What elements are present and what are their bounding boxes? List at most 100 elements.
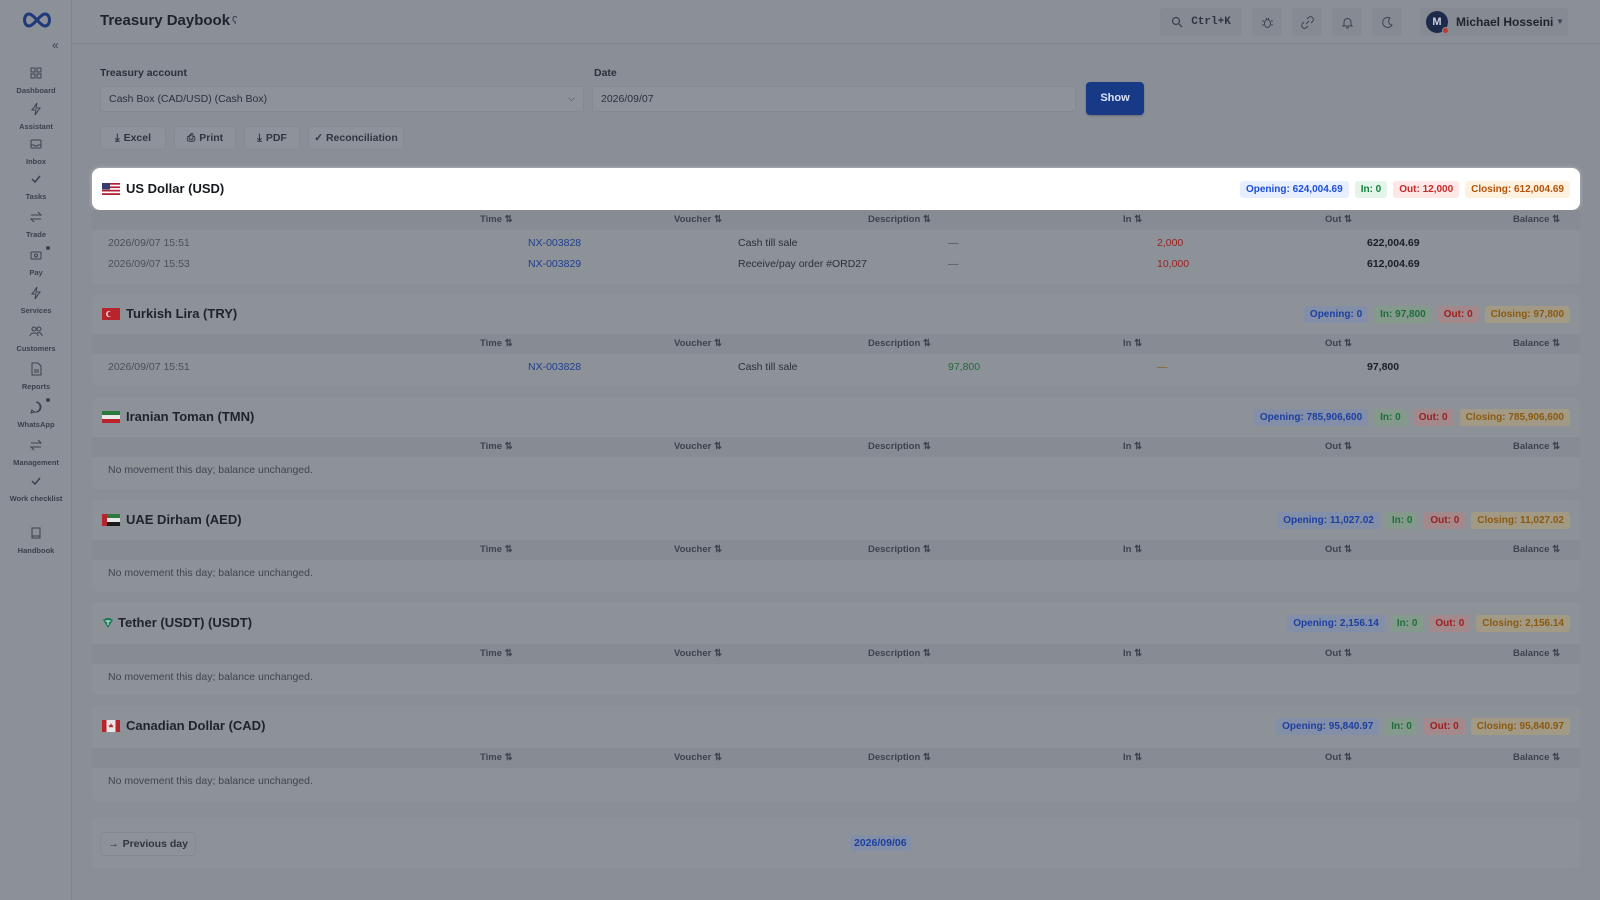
sidebar-item-services[interactable]: Services — [0, 286, 72, 316]
user-menu[interactable]: M Michael Hosseini ▼ — [1420, 8, 1568, 36]
table-header: Time ⇅ Voucher ⇅ Description ⇅ In ⇅ Out … — [92, 540, 1580, 560]
col-description[interactable]: Description ⇅ — [868, 214, 931, 225]
sidebar-item-management[interactable]: Management — [0, 438, 72, 468]
section-title: Iranian Toman (TMN) — [102, 409, 254, 424]
turkey-flag-icon — [102, 307, 120, 320]
sidebar-item-trade[interactable]: Trade — [0, 210, 72, 240]
col-time[interactable]: Time ⇅ — [480, 338, 513, 349]
treasury-account-select[interactable]: Cash Box (CAD/USD) (Cash Box) ⌵ — [100, 86, 584, 112]
col-voucher[interactable]: Voucher ⇅ — [674, 648, 722, 659]
moon-icon — [1381, 16, 1393, 28]
link-button[interactable] — [1292, 8, 1322, 36]
download-icon: ⤓ — [257, 131, 262, 144]
col-in[interactable]: In ⇅ — [1123, 214, 1142, 225]
print-button[interactable]: ⎙ Print — [174, 126, 236, 150]
sidebar-item-label: Reports — [21, 382, 51, 391]
voucher-link[interactable]: NX-003828 — [528, 237, 581, 249]
collapse-sidebar-icon[interactable]: « — [52, 38, 59, 52]
theme-toggle-button[interactable] — [1372, 8, 1402, 36]
col-description[interactable]: Description ⇅ — [868, 648, 931, 659]
col-description[interactable]: Description ⇅ — [868, 544, 931, 555]
col-balance[interactable]: Balance ⇅ — [1513, 214, 1560, 225]
cell-in: — — [948, 258, 959, 270]
sidebar-item-inbox[interactable]: Inbox — [0, 137, 72, 167]
summary-badges: Opening: 0 In: 97,800 Out: 0 Closing: 97… — [1303, 306, 1570, 323]
sidebar-item-handbook[interactable]: Handbook — [0, 526, 72, 556]
whatsapp-icon — [30, 401, 42, 414]
bug-report-button[interactable] — [1252, 8, 1282, 36]
col-out[interactable]: Out ⇅ — [1325, 544, 1352, 555]
col-balance[interactable]: Balance ⇅ — [1513, 441, 1560, 452]
col-voucher[interactable]: Voucher ⇅ — [674, 752, 722, 763]
section-title: US Dollar (USD) — [102, 181, 224, 196]
info-icon[interactable]: ʕ — [232, 15, 238, 27]
col-in[interactable]: In ⇅ — [1123, 544, 1142, 555]
top-header: Treasury Daybook ʕ Ctrl+K M Michael Hoss… — [72, 0, 1600, 44]
col-voucher[interactable]: Voucher ⇅ — [674, 441, 722, 452]
show-button[interactable]: Show — [1086, 82, 1144, 115]
sidebar-item-label: WhatsApp — [17, 420, 55, 429]
download-icon: ⤓ — [114, 131, 120, 144]
col-in[interactable]: In ⇅ — [1123, 441, 1142, 452]
summary-badges: Opening: 624,004.69 In: 0 Out: 12,000 Cl… — [1239, 181, 1570, 198]
sidebar-item-reports[interactable]: Reports — [0, 362, 72, 392]
col-description[interactable]: Description ⇅ — [868, 338, 931, 349]
col-balance[interactable]: Balance ⇅ — [1513, 338, 1560, 349]
excel-button[interactable]: ⤓ Excel — [100, 126, 166, 150]
sidebar-item-label: Handbook — [17, 546, 55, 555]
search-button[interactable]: Ctrl+K — [1160, 8, 1242, 36]
col-time[interactable]: Time ⇅ — [480, 441, 513, 452]
empty-message: No movement this day; balance unchanged. — [108, 464, 313, 476]
voucher-link[interactable]: NX-003828 — [528, 361, 581, 373]
sidebar-item-customers[interactable]: Customers — [0, 324, 72, 354]
col-voucher[interactable]: Voucher ⇅ — [674, 544, 722, 555]
col-out[interactable]: Out ⇅ — [1325, 441, 1352, 452]
opening-badge: Opening: 0 — [1303, 306, 1369, 323]
pdf-button[interactable]: ⤓ PDF — [244, 126, 300, 150]
section-title-text: Turkish Lira (TRY) — [126, 306, 238, 321]
col-in[interactable]: In ⇅ — [1123, 752, 1142, 763]
us-flag-icon — [102, 182, 120, 195]
col-in[interactable]: In ⇅ — [1123, 338, 1142, 349]
in-badge: In: 0 — [1390, 615, 1424, 632]
reconciliation-button[interactable]: ✓ Reconciliation — [308, 126, 404, 150]
previous-day-button[interactable]: → Previous day — [100, 832, 196, 856]
col-description[interactable]: Description ⇅ — [868, 441, 931, 452]
col-out[interactable]: Out ⇅ — [1325, 752, 1352, 763]
notifications-button[interactable] — [1332, 8, 1362, 36]
sidebar-item-whatsapp[interactable]: WhatsApp — [0, 398, 72, 430]
sidebar-item-work-checklist[interactable]: Work checklist — [0, 474, 72, 504]
sidebar-item-dashboard[interactable]: Dashboard — [0, 66, 72, 96]
management-icon — [29, 439, 43, 451]
col-out[interactable]: Out ⇅ — [1325, 338, 1352, 349]
empty-message: No movement this day; balance unchanged. — [108, 567, 313, 579]
status-indicator — [1442, 27, 1449, 34]
col-in[interactable]: In ⇅ — [1123, 648, 1142, 659]
summary-badges: Opening: 785,906,600 In: 0 Out: 0 Closin… — [1253, 409, 1570, 426]
sidebar-item-label: Management — [13, 458, 59, 467]
section-title-text: UAE Dirham (AED) — [126, 512, 242, 527]
services-icon — [31, 286, 41, 300]
col-balance[interactable]: Balance ⇅ — [1513, 752, 1560, 763]
col-description[interactable]: Description ⇅ — [868, 752, 931, 763]
previous-date-link[interactable]: 2026/09/06 — [850, 835, 911, 851]
section-title: Tether (USDT) (USDT) — [102, 615, 252, 630]
col-time[interactable]: Time ⇅ — [480, 752, 513, 763]
col-time[interactable]: Time ⇅ — [480, 648, 513, 659]
sidebar-item-pay[interactable]: Pay — [0, 246, 72, 278]
col-time[interactable]: Time ⇅ — [480, 544, 513, 555]
col-time[interactable]: Time ⇅ — [480, 214, 513, 225]
infinity-logo-icon[interactable] — [20, 10, 54, 30]
voucher-link[interactable]: NX-003829 — [528, 258, 581, 270]
checklist-icon — [31, 477, 41, 486]
sidebar-item-assistant[interactable]: Assistant — [0, 102, 72, 132]
col-voucher[interactable]: Voucher ⇅ — [674, 338, 722, 349]
col-balance[interactable]: Balance ⇅ — [1513, 544, 1560, 555]
sidebar-item-tasks[interactable]: Tasks — [0, 172, 72, 202]
col-voucher[interactable]: Voucher ⇅ — [674, 214, 722, 225]
chevron-down-icon: ▼ — [1556, 17, 1564, 26]
col-out[interactable]: Out ⇅ — [1325, 648, 1352, 659]
date-input[interactable]: 2026/09/07 — [592, 86, 1076, 112]
col-out[interactable]: Out ⇅ — [1325, 214, 1352, 225]
col-balance[interactable]: Balance ⇅ — [1513, 648, 1560, 659]
